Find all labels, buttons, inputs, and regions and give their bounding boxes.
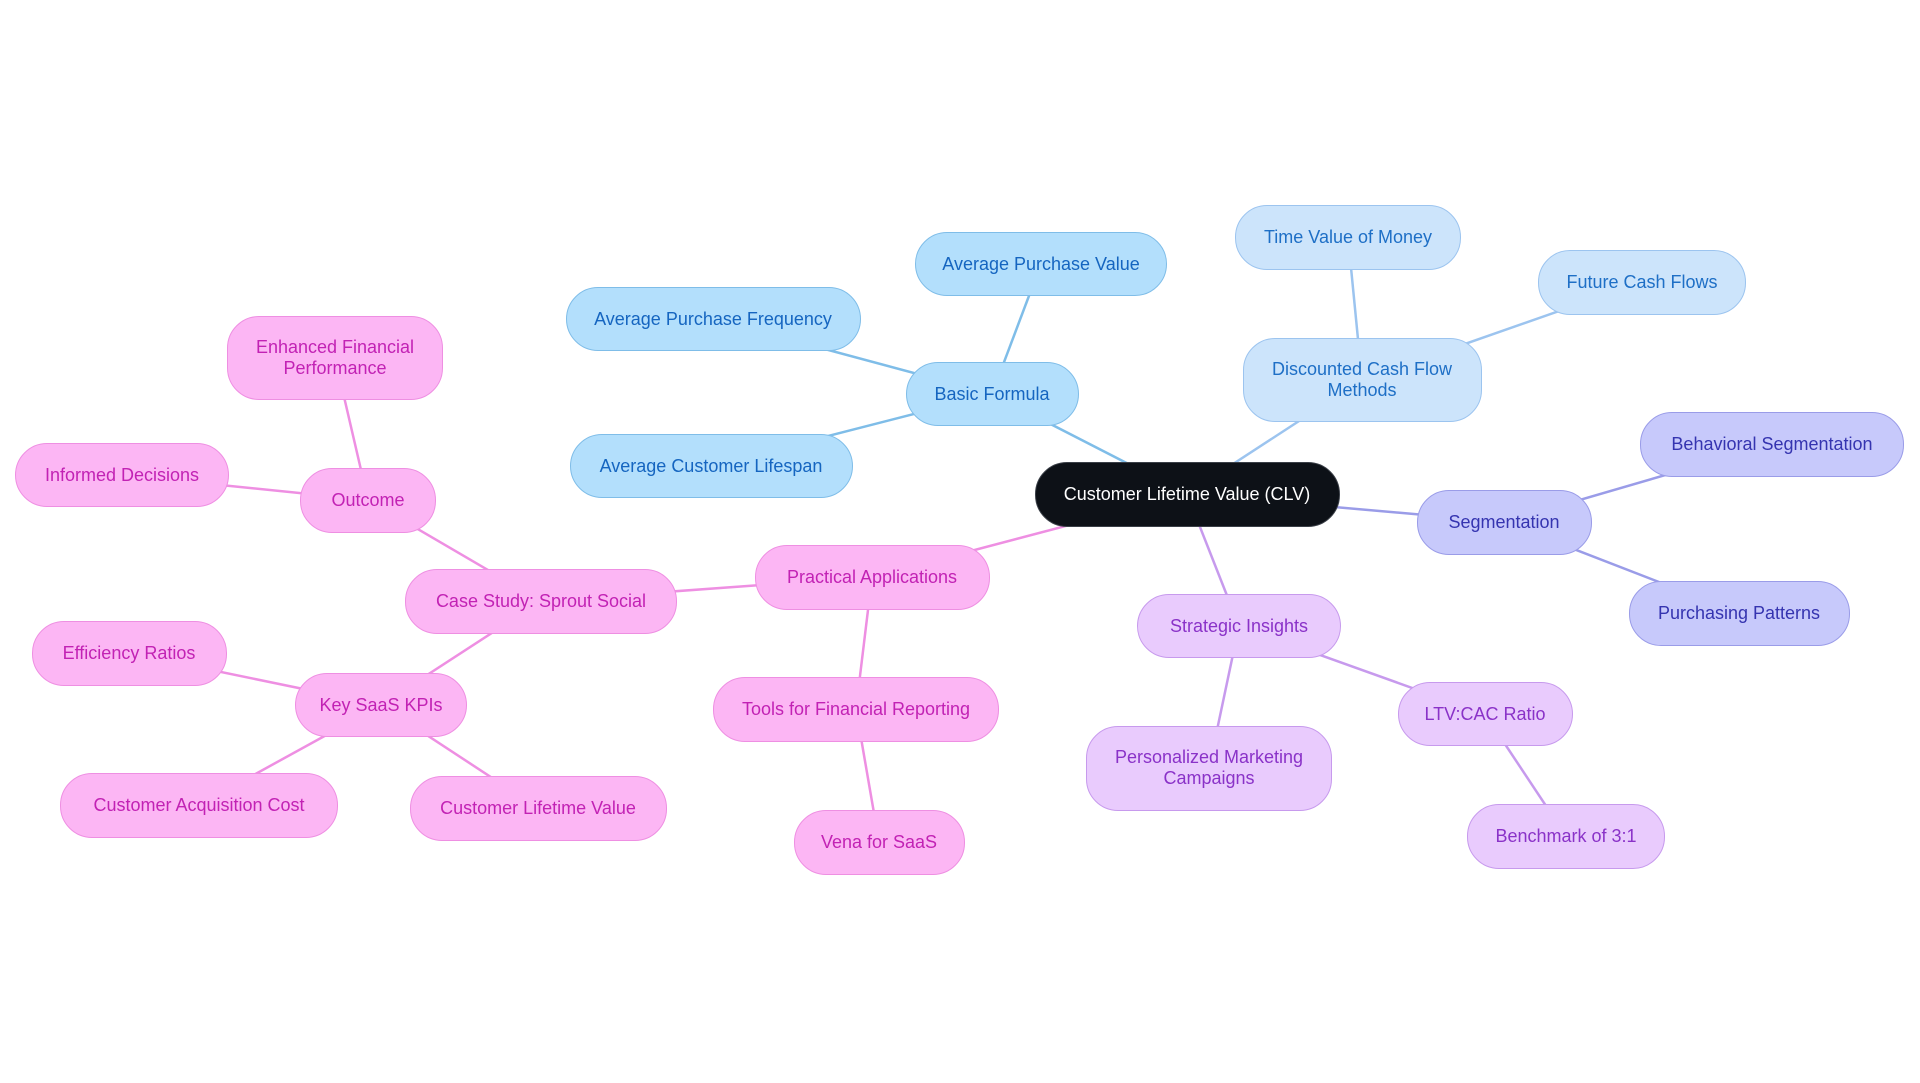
node-label: Customer Lifetime Value (CLV)	[1063, 483, 1311, 504]
node-label: LTV:CAC Ratio	[1424, 703, 1546, 724]
node-tools-financial-reporting[interactable]: Tools for Financial Reporting	[713, 676, 999, 742]
node-efficiency-ratios[interactable]: Efficiency Ratios	[31, 620, 227, 686]
node-informed-decisions[interactable]: Informed Decisions	[15, 443, 229, 507]
node-label: Future Cash Flows	[1566, 271, 1718, 292]
node-label: Purchasing Patterns	[1657, 602, 1821, 623]
node-enhanced-financial-performance[interactable]: Enhanced Financial Performance	[227, 316, 443, 400]
node-label: Average Customer Lifespan	[599, 455, 823, 476]
node-outcome[interactable]: Outcome	[300, 467, 436, 533]
node-label: Outcome	[331, 489, 405, 510]
node-customer-acquisition-cost[interactable]: Customer Acquisition Cost	[60, 772, 338, 838]
node-label: Average Purchase Frequency	[594, 308, 832, 329]
node-label: Informed Decisions	[44, 464, 200, 485]
node-basic-formula[interactable]: Basic Formula	[905, 362, 1079, 426]
mindmap-edges	[121, 236, 1773, 843]
node-avg-purchase-value[interactable]: Average Purchase Value	[915, 232, 1167, 296]
node-label: Time Value of Money	[1263, 226, 1433, 247]
node-clv[interactable]: Customer Lifetime Value (CLV)	[1034, 461, 1340, 527]
node-label: Key SaaS KPIs	[319, 694, 443, 715]
node-label: Strategic Insights	[1169, 615, 1309, 636]
node-label: Behavioral Segmentation	[1671, 433, 1873, 454]
node-segmentation[interactable]: Segmentation	[1416, 489, 1592, 555]
node-strategic-insights[interactable]: Strategic Insights	[1137, 594, 1341, 658]
node-practical-applications[interactable]: Practical Applications	[754, 544, 990, 610]
node-label: Benchmark of 3:1	[1495, 825, 1637, 846]
node-vena-for-saas[interactable]: Vena for SaaS	[793, 809, 965, 875]
node-dcf-methods[interactable]: Discounted Cash Flow Methods	[1242, 338, 1482, 422]
node-label: Customer Acquisition Cost	[93, 794, 305, 815]
node-avg-customer-lifespan[interactable]: Average Customer Lifespan	[569, 434, 853, 498]
node-label: Customer Lifetime Value	[440, 797, 636, 818]
node-customer-lifetime-value[interactable]: Customer Lifetime Value	[409, 775, 667, 841]
node-label: Average Purchase Value	[942, 253, 1140, 274]
node-case-study-sprout[interactable]: Case Study: Sprout Social	[405, 568, 677, 634]
node-label: Vena for SaaS	[820, 831, 938, 852]
node-label: Case Study: Sprout Social	[435, 590, 647, 611]
node-key-saas-kpis[interactable]: Key SaaS KPIs	[295, 673, 467, 737]
node-label: Basic Formula	[934, 383, 1050, 404]
node-label: Practical Applications	[786, 566, 958, 587]
node-behavioral-segmentation[interactable]: Behavioral Segmentation	[1640, 411, 1904, 477]
node-label: Tools for Financial Reporting	[741, 698, 971, 719]
node-purchasing-patterns[interactable]: Purchasing Patterns	[1628, 580, 1850, 646]
node-ltv-cac-ratio[interactable]: LTV:CAC Ratio	[1397, 682, 1573, 746]
node-label: Enhanced Financial Performance	[255, 337, 415, 378]
node-label: Efficiency Ratios	[62, 642, 196, 663]
node-label: Segmentation	[1448, 511, 1560, 532]
node-personalized-marketing[interactable]: Personalized Marketing Campaigns	[1086, 725, 1332, 811]
node-label: Discounted Cash Flow Methods	[1271, 359, 1453, 400]
node-future-cash-flows[interactable]: Future Cash Flows	[1538, 249, 1746, 315]
node-time-value-of-money[interactable]: Time Value of Money	[1235, 204, 1461, 270]
node-label: Personalized Marketing Campaigns	[1114, 747, 1304, 788]
node-benchmark-3-1[interactable]: Benchmark of 3:1	[1467, 803, 1665, 869]
node-avg-purchase-frequency[interactable]: Average Purchase Frequency	[565, 287, 861, 351]
